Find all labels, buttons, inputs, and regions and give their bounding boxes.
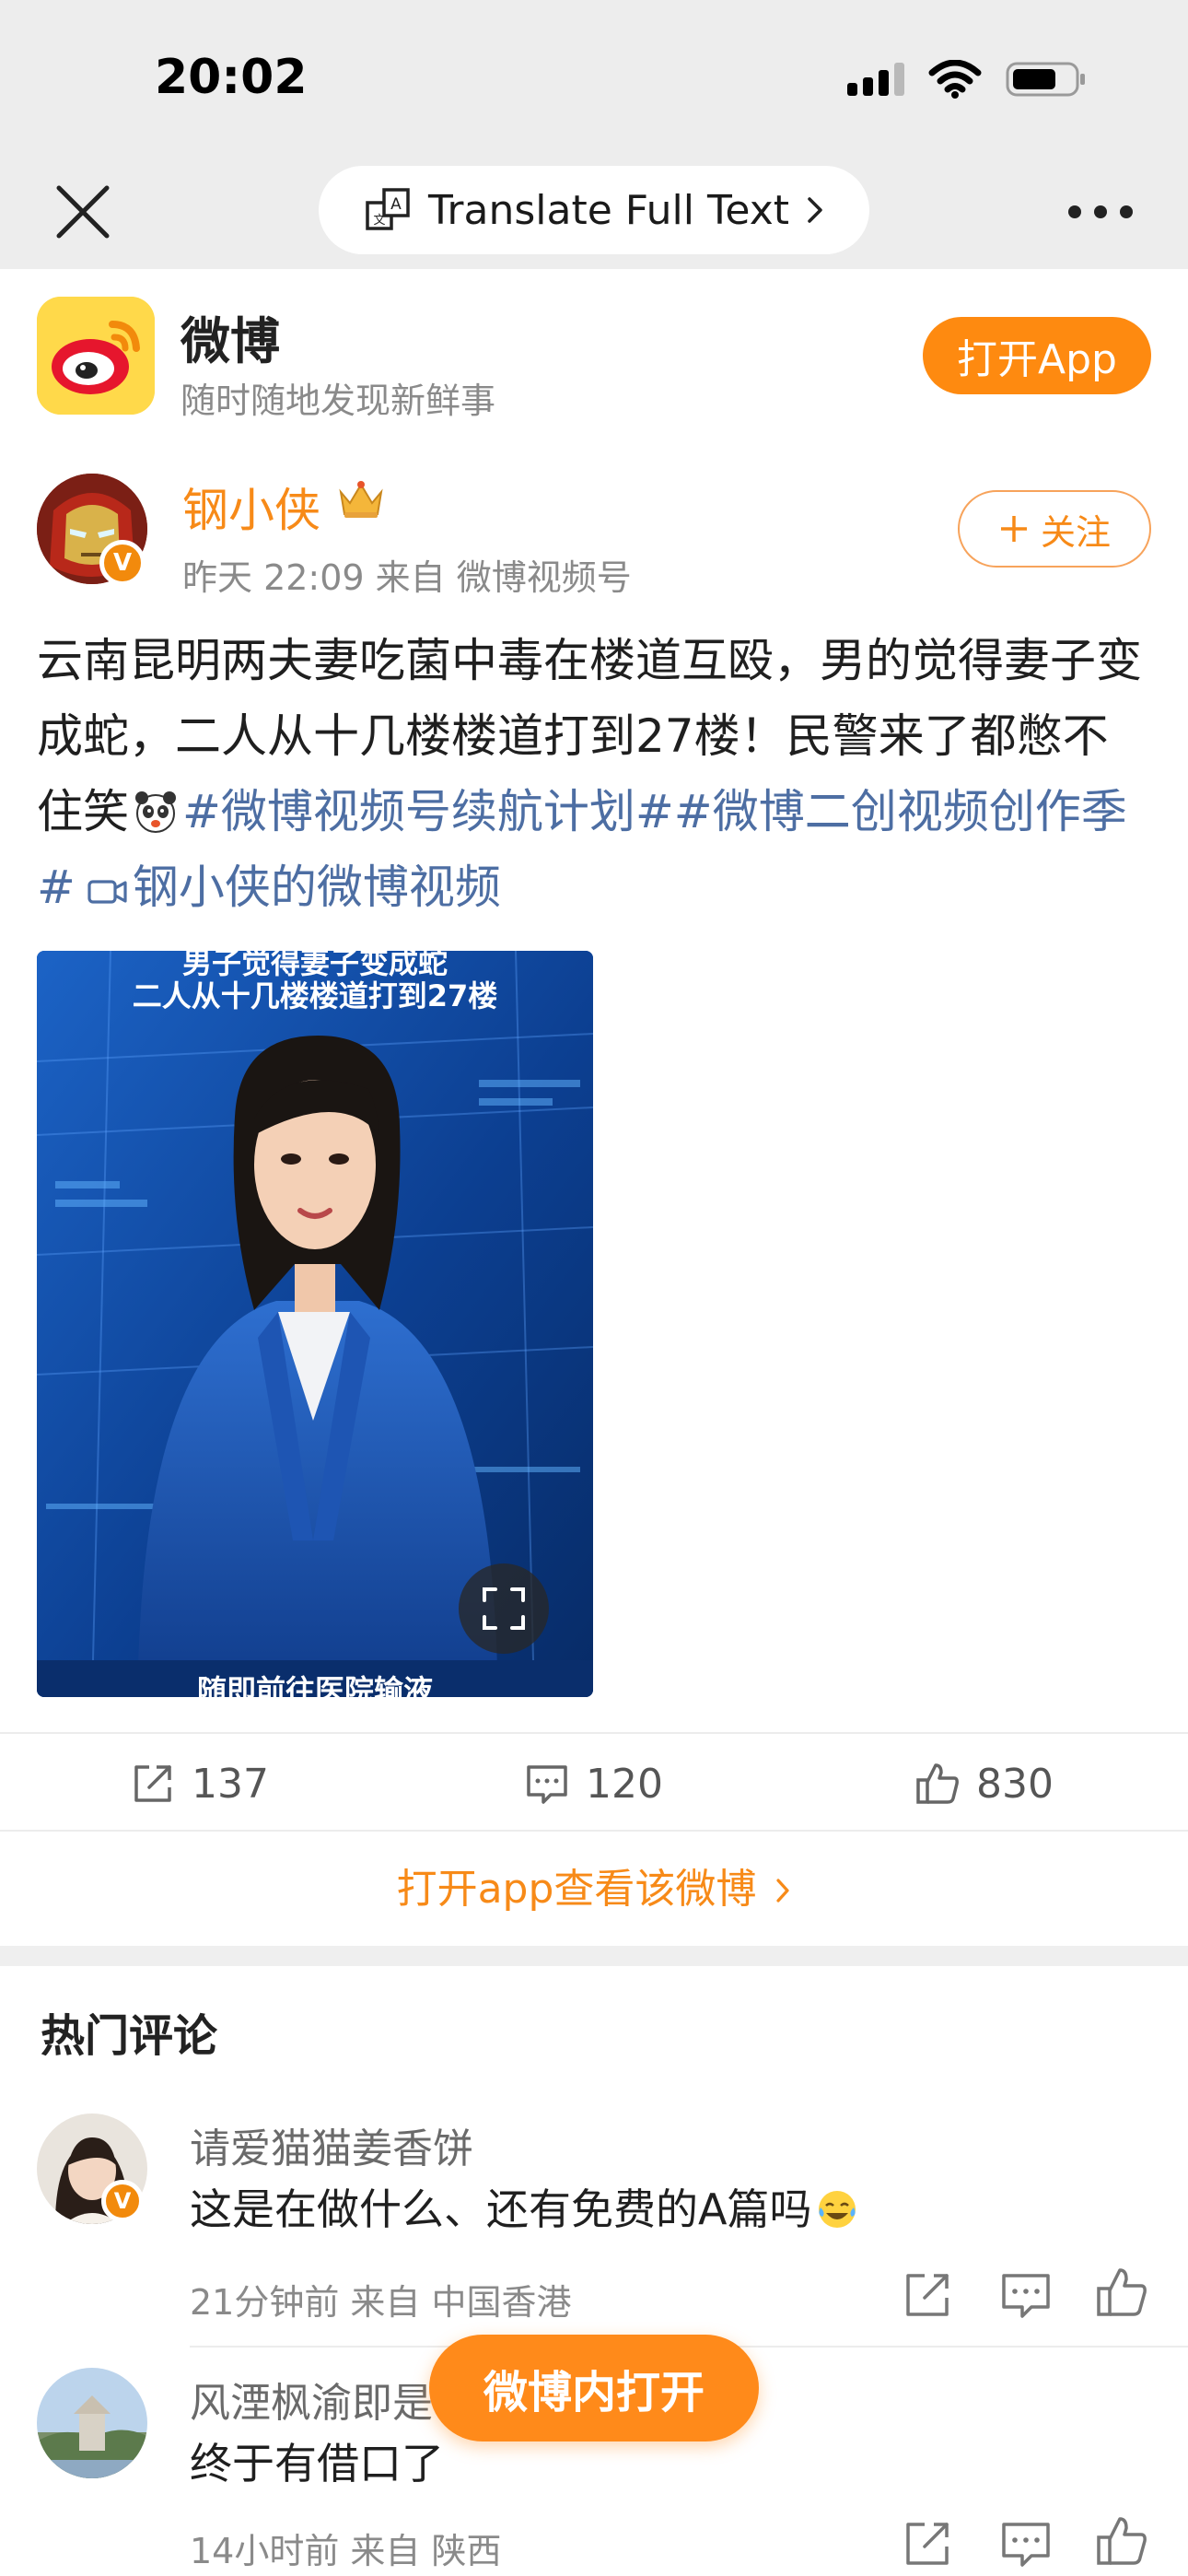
laugh-cry-emoji-icon (819, 2191, 856, 2228)
video-player[interactable]: 男子觉得妻子变成蛇 二人从十几楼楼道打到27楼 随即前往医院输液 (37, 951, 593, 1697)
divider (0, 1830, 1188, 1832)
like-count: 830 (976, 1760, 1054, 1808)
commenter-name[interactable]: 风湮枫渝即是 (190, 2370, 433, 2429)
cellular-signal-icon (847, 63, 904, 96)
divider (0, 1732, 1188, 1734)
comment-icon[interactable] (998, 2266, 1054, 2322)
weibo-logo-icon (37, 297, 155, 415)
chevron-right-icon (808, 197, 822, 223)
plus-icon (1000, 516, 1027, 542)
wifi-icon (928, 60, 982, 99)
comment-text: 这是在做什么、还有免费的A篇吗 (190, 2176, 859, 2237)
open-app-button[interactable]: 打开App (923, 317, 1151, 394)
thumbs-up-icon[interactable] (1094, 2513, 1149, 2569)
thumbs-up-icon[interactable] (1094, 2265, 1149, 2320)
repost-button[interactable]: 137 (129, 1756, 269, 1811)
comment-text: 终于有借口了 (190, 2439, 444, 2488)
video-caption-bottom: 随即前往医院输液 (196, 1673, 433, 1697)
video-camera-icon (87, 880, 127, 904)
post-body: 云南昆明两夫妻吃菌中毒在楼道互殴，男的觉得妻子变成蛇，二人从十几楼楼道打到27楼… (37, 623, 1151, 925)
svg-text:A: A (390, 195, 402, 214)
video-link[interactable]: 钢小侠的微博视频 (76, 861, 501, 914)
browser-toolbar: A 文 Translate Full Text (0, 157, 1188, 269)
status-bar: 20:02 (0, 0, 1188, 157)
svg-text:文: 文 (373, 214, 385, 228)
comment-icon[interactable] (998, 2515, 1054, 2570)
vip-crown-icon (339, 481, 383, 518)
author-name[interactable]: 钢小侠 (182, 474, 320, 540)
comment-icon (527, 1765, 567, 1804)
translate-label: Translate Full Text (428, 186, 789, 234)
follow-label: 关注 (1040, 511, 1111, 553)
comment-count: 120 (586, 1760, 663, 1808)
comment-text-content: 这是在做什么、还有免费的A篇吗 (190, 2184, 812, 2234)
comment-meta: 14小时前 来自 陕西 (190, 2531, 502, 2571)
translate-icon: A 文 (366, 188, 410, 230)
comment-button[interactable]: 120 (523, 1756, 663, 1811)
open-in-app-link[interactable]: 打开app查看该微博 (0, 1856, 1188, 1914)
follow-button[interactable]: 关注 (958, 490, 1151, 568)
app-slogan: 随时随地发现新鲜事 (181, 381, 496, 421)
section-separator (0, 1946, 1188, 1966)
hashtag-link[interactable]: #微博视频号续航计划# (182, 785, 674, 838)
fullscreen-button[interactable] (459, 1563, 549, 1654)
app-download-banner: 微博 随时随地发现新鲜事 打开App (0, 269, 1188, 435)
repost-count: 137 (192, 1760, 269, 1808)
share-icon (134, 1765, 171, 1802)
chevron-right-icon (776, 1879, 790, 1903)
panda-emoji-icon (135, 791, 176, 833)
comment-meta: 21分钟前 来自 中国香港 (190, 2282, 572, 2323)
status-time: 20:02 (155, 50, 308, 105)
like-button[interactable]: 830 (914, 1756, 1054, 1811)
open-in-weibo-button[interactable]: 微博内打开 (429, 2335, 759, 2441)
verified-badge-icon: V (99, 540, 146, 586)
status-icons (847, 59, 1087, 100)
share-icon[interactable] (901, 2515, 956, 2570)
post-meta: 昨天 22:09 来自 微博视频号 (182, 557, 632, 598)
thumbs-up-icon (916, 1763, 959, 1804)
share-icon[interactable] (901, 2266, 956, 2322)
more-options-icon[interactable] (1068, 193, 1133, 230)
verified-badge-icon: V (101, 2180, 144, 2222)
commenter-name[interactable]: 请爱猫猫姜香饼 (190, 2115, 473, 2174)
open-in-app-label: 打开app查看该微博 (396, 1866, 757, 1913)
fullscreen-icon (483, 1587, 525, 1630)
hot-comments-title: 热门评论 (41, 2010, 218, 2062)
close-icon[interactable] (52, 181, 114, 243)
battery-icon (1006, 62, 1085, 97)
video-caption-top: 二人从十几楼楼道打到27楼 (132, 978, 498, 1013)
translate-button[interactable]: A 文 Translate Full Text (319, 166, 869, 254)
commenter-avatar[interactable] (37, 2368, 147, 2478)
app-name: 微博 (181, 312, 280, 370)
video-link-label: 钢小侠的微博视频 (132, 861, 501, 914)
